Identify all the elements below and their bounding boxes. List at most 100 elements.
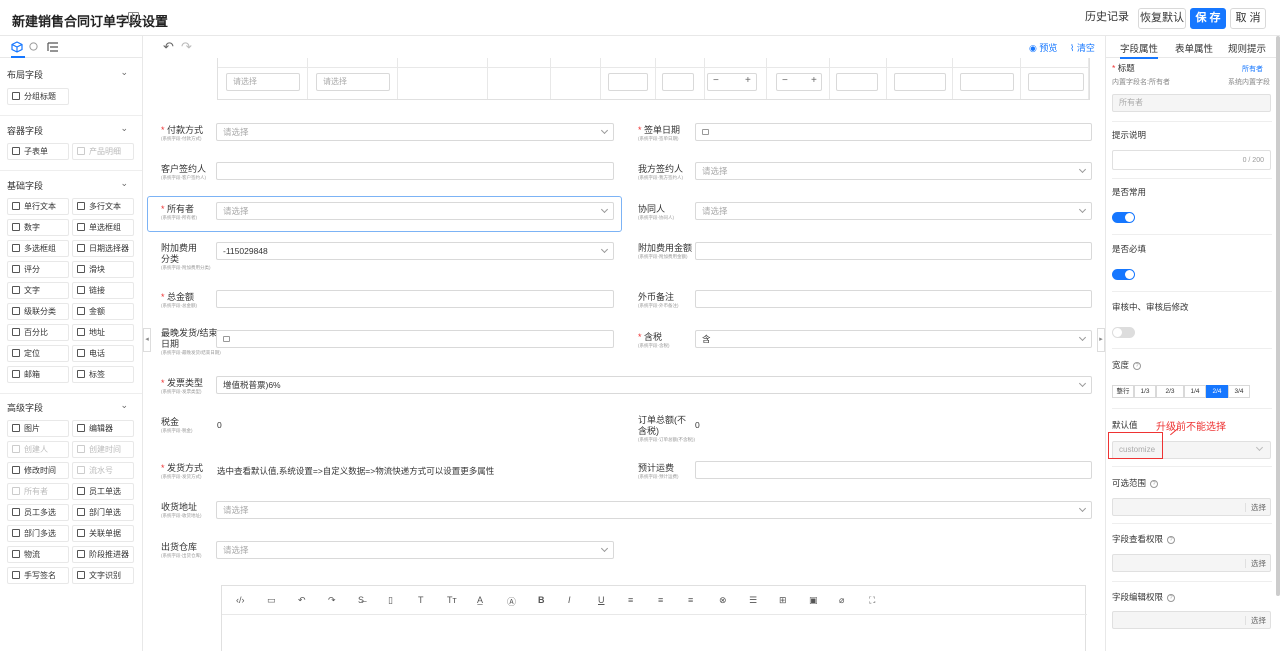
field-item[interactable]: 子表单	[7, 143, 69, 160]
tab-rule-tips[interactable]: 规则提示	[1228, 41, 1266, 55]
align-left-icon[interactable]: ≡	[628, 595, 633, 605]
subtable-select[interactable]: 请选择	[316, 73, 390, 91]
strikethrough-icon[interactable]: S̶	[358, 595, 364, 605]
help-icon[interactable]: ?	[1133, 362, 1142, 370]
redo-icon[interactable]: ↷	[181, 39, 192, 55]
est-freight-input[interactable]	[695, 461, 1092, 479]
font-color-icon[interactable]: A̲	[477, 595, 483, 605]
clear-button[interactable]: ⌇ 清空	[1070, 41, 1095, 54]
range-pick-button[interactable]: 选择	[1245, 503, 1266, 512]
scrollbar[interactable]	[1276, 36, 1280, 596]
chevron-down-icon[interactable]: ⌄	[120, 67, 128, 78]
field-item[interactable]: 电话	[72, 345, 134, 362]
invoice-type-select[interactable]: 增值税普票)6%	[216, 376, 1092, 394]
fx-note-input[interactable]	[695, 290, 1092, 308]
edit-perm-pick-button[interactable]: 选择	[1245, 616, 1266, 625]
field-item[interactable]: 员工单选	[72, 483, 134, 500]
sign-date-picker[interactable]	[695, 123, 1092, 141]
undo-icon[interactable]: ↶	[163, 39, 174, 55]
subtable-input[interactable]	[960, 73, 1014, 91]
restore-default-button[interactable]: 恢复默认	[1138, 8, 1186, 29]
ship-date-picker[interactable]	[216, 330, 614, 348]
field-item[interactable]: 部门多选	[7, 525, 69, 542]
field-item[interactable]: 物流	[7, 546, 69, 563]
width-option[interactable]: 1/3	[1134, 385, 1156, 398]
field-item[interactable]: 定位	[7, 345, 69, 362]
save-button[interactable]: 保 存	[1190, 8, 1226, 29]
subtable-input[interactable]	[608, 73, 648, 91]
field-item[interactable]: 评分	[7, 261, 69, 278]
field-item[interactable]: 单选框组	[72, 219, 134, 236]
total-input[interactable]	[216, 290, 614, 308]
preview-button[interactable]: ◉ 预览	[1029, 41, 1057, 54]
tab-field-props[interactable]: 字段属性	[1120, 41, 1159, 59]
field-item[interactable]: 部门单选	[72, 504, 134, 521]
table-icon[interactable]: ⊞	[779, 595, 787, 606]
field-item[interactable]: 文字识别	[72, 567, 134, 584]
width-option[interactable]: 1/4	[1184, 385, 1206, 398]
tab-form-props[interactable]: 表单属性	[1175, 41, 1213, 55]
field-item[interactable]: 级联分类	[7, 303, 69, 320]
help-icon[interactable]: ?	[1150, 480, 1159, 488]
field-item[interactable]: 图片	[7, 420, 69, 437]
field-item[interactable]: 链接	[72, 282, 134, 299]
tree-icon[interactable]	[47, 41, 59, 53]
view-perm-pick-button[interactable]: 选择	[1245, 559, 1266, 568]
field-item[interactable]: 金额	[72, 303, 134, 320]
subtable-stepper[interactable]: − +	[707, 73, 757, 91]
width-option[interactable]: 3/4	[1228, 385, 1250, 398]
info-icon[interactable]	[29, 42, 38, 51]
fullscreen-icon[interactable]: ⛶	[869, 595, 875, 606]
edit-perm-input[interactable]: 选择	[1112, 611, 1271, 629]
undo-icon[interactable]: ↶	[298, 595, 306, 606]
extra-fee-type-select[interactable]: -115029848	[216, 242, 614, 260]
field-item[interactable]: 滑块	[72, 261, 134, 278]
italic-icon[interactable]: I	[568, 595, 571, 605]
width-option[interactable]: 整行	[1112, 385, 1134, 398]
chevron-down-icon[interactable]: ⌄	[120, 123, 128, 134]
subtable-select[interactable]: 请选择	[226, 73, 300, 91]
cancel-button[interactable]: 取 消	[1230, 8, 1266, 29]
common-toggle[interactable]	[1112, 212, 1135, 223]
payment-select[interactable]: 请选择	[216, 123, 614, 141]
image-icon[interactable]: ▣	[809, 595, 818, 606]
tax-incl-select[interactable]: 含	[695, 330, 1092, 348]
our-signer-select[interactable]: 请选择	[695, 162, 1092, 180]
redo-icon[interactable]: ↷	[328, 595, 336, 606]
list-icon[interactable]: ☰	[749, 595, 757, 606]
field-item[interactable]: 日期选择器	[72, 240, 134, 257]
field-item[interactable]: 数字	[7, 219, 69, 236]
field-item[interactable]: 地址	[72, 324, 134, 341]
field-item[interactable]: 关联单据	[72, 525, 134, 542]
subtable-stepper[interactable]: − +	[776, 73, 822, 91]
view-perm-input[interactable]: 选择	[1112, 554, 1271, 572]
cube-icon[interactable]	[11, 41, 23, 53]
subtable-input[interactable]	[894, 73, 946, 91]
field-item[interactable]: 阶段推进器	[72, 546, 134, 563]
bold-icon[interactable]: B	[538, 595, 545, 605]
highlight-icon[interactable]: Ⓐ	[507, 595, 516, 608]
underline-icon[interactable]: U	[598, 595, 605, 605]
field-item[interactable]: 百分比	[7, 324, 69, 341]
field-item[interactable]: 多行文本	[72, 198, 134, 215]
field-item[interactable]: 文字	[7, 282, 69, 299]
owner-link[interactable]: 所有者	[1242, 64, 1263, 74]
field-item[interactable]: 手写签名	[7, 567, 69, 584]
collaborator-select[interactable]: 请选择	[695, 202, 1092, 220]
field-item[interactable]: 编辑器	[72, 420, 134, 437]
document-icon[interactable]: ▯	[388, 595, 393, 606]
layout-icon[interactable]: ▭	[267, 595, 276, 606]
field-item[interactable]: 单行文本	[7, 198, 69, 215]
field-item[interactable]: 标签	[72, 366, 134, 383]
align-center-icon[interactable]: ≡	[658, 595, 663, 605]
width-option[interactable]: 2/3	[1156, 385, 1184, 398]
hint-textarea[interactable]: 0 / 200	[1112, 150, 1271, 170]
layout-icon[interactable]	[128, 12, 139, 23]
subtable-input[interactable]	[662, 73, 694, 91]
help-icon[interactable]: ?	[1167, 536, 1176, 544]
field-item[interactable]: 员工多选	[7, 504, 69, 521]
subtable-input[interactable]	[836, 73, 878, 91]
title-input[interactable]: 所有者	[1112, 94, 1271, 112]
font-size-icon[interactable]: T	[418, 595, 424, 605]
attachment-icon[interactable]: ⌀	[839, 595, 844, 606]
